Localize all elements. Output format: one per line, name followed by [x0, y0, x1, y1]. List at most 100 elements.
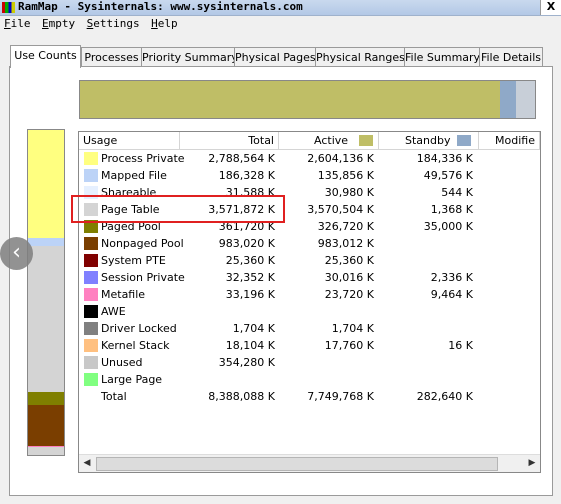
row-active: 23,720 K — [324, 288, 374, 301]
horizontal-scrollbar[interactable]: ◀ ▶ — [79, 454, 540, 472]
table-row[interactable]: Unused 354,280 K — [79, 354, 540, 371]
column-active-label: Active — [314, 134, 349, 147]
row-active: 135,856 K — [317, 169, 374, 182]
table-row[interactable]: Total 8,388,088 K 7,749,768 K 282,640 K — [79, 388, 540, 405]
row-color-swatch — [84, 356, 98, 369]
tab-use-counts[interactable]: Use Counts — [10, 45, 81, 68]
table-row[interactable]: Metafile 33,196 K 23,720 K 9,464 K — [79, 286, 540, 303]
row-color-swatch — [84, 169, 98, 182]
menu-help[interactable]: Help — [147, 15, 182, 33]
vbar-segment-rest — [28, 447, 64, 455]
row-standby — [379, 235, 473, 252]
vbar-segment-paged-pool — [28, 391, 64, 406]
row-standby: 282,640 K — [416, 390, 473, 403]
table-row[interactable]: Large Page — [79, 371, 540, 388]
highlight-box — [71, 195, 285, 223]
overall-segment-other — [515, 81, 535, 118]
row-active: 25,360 K — [324, 254, 374, 267]
row-total — [180, 371, 275, 388]
row-color-swatch — [84, 373, 98, 386]
column-modified[interactable]: Modifie — [479, 132, 540, 149]
window-title: RamMap - Sysinternals: www.sysinternals.… — [18, 0, 303, 13]
row-standby: 1,368 K — [430, 203, 473, 216]
scroll-left-icon[interactable]: ◀ — [79, 455, 95, 472]
row-standby: 2,336 K — [430, 271, 473, 284]
row-color-swatch — [84, 339, 98, 352]
row-color-swatch — [84, 305, 98, 318]
row-standby: 9,464 K — [430, 288, 473, 301]
tab-file-summary[interactable]: File Summary — [404, 47, 480, 67]
row-total: 8,388,088 K — [208, 390, 275, 403]
row-active: 3,570,504 K — [307, 203, 374, 216]
table-row[interactable]: Process Private 2,788,564 K 2,604,136 K 184… — [79, 150, 540, 167]
vbar-segment-nonpaged-pool — [28, 405, 64, 446]
close-button[interactable]: X — [540, 0, 561, 15]
list-header: Usage Total Active Standby Modifie — [79, 132, 540, 150]
row-total: 2,788,564 K — [208, 152, 275, 165]
row-active — [279, 354, 374, 371]
row-standby: 184,336 K — [416, 152, 473, 165]
usage-vertical-bar — [27, 129, 65, 456]
menu-file[interactable]: File — [0, 15, 35, 33]
column-standby-label: Standby — [405, 134, 451, 147]
row-active: 17,760 K — [324, 339, 374, 352]
title-bar: RamMap - Sysinternals: www.sysinternals.… — [0, 0, 561, 16]
column-total[interactable]: Total — [180, 132, 279, 149]
scroll-thumb[interactable] — [96, 457, 498, 471]
table-row[interactable]: Session Private 32,352 K 30,016 K 2,336 K — [79, 269, 540, 286]
use-counts-list: Usage Total Active Standby Modifie Proce… — [78, 131, 541, 473]
row-standby — [379, 252, 473, 269]
vbar-segment-mapped-file — [28, 238, 64, 247]
vbar-segment-page-table — [28, 246, 64, 392]
row-standby — [379, 371, 473, 388]
tab-processes[interactable]: Processes — [81, 47, 142, 67]
table-row[interactable]: Kernel Stack 18,104 K 17,760 K 16 K — [79, 337, 540, 354]
row-total: 354,280 K — [218, 356, 275, 369]
row-color-swatch — [84, 322, 98, 335]
row-total: 18,104 K — [225, 339, 275, 352]
standby-color-swatch — [457, 135, 471, 146]
overall-segment-active — [80, 81, 501, 118]
menu-empty[interactable]: Empty — [38, 15, 79, 33]
overall-usage-bar — [79, 80, 536, 119]
column-active[interactable]: Active — [279, 132, 379, 149]
column-usage[interactable]: Usage — [79, 132, 180, 149]
menu-settings[interactable]: Settings — [83, 15, 144, 33]
active-color-swatch — [359, 135, 373, 146]
overall-segment-standby — [500, 81, 516, 118]
tab-priority-summary[interactable]: Priority Summary — [141, 47, 238, 67]
row-active: 30,980 K — [324, 186, 374, 199]
rammap-app-icon — [2, 2, 15, 13]
tab-physical-ranges[interactable]: Physical Ranges — [315, 47, 405, 67]
scroll-right-icon[interactable]: ▶ — [524, 455, 540, 472]
row-total — [180, 303, 275, 320]
vbar-segment-process-private — [28, 130, 64, 239]
tab-physical-pages[interactable]: Physical Pages — [234, 47, 316, 67]
back-nav-icon[interactable]: ‹ — [0, 237, 33, 270]
row-active — [279, 303, 374, 320]
row-color-swatch — [84, 152, 98, 165]
table-row[interactable]: System PTE 25,360 K 25,360 K — [79, 252, 540, 269]
table-row[interactable]: Nonpaged Pool 983,020 K 983,012 K — [79, 235, 540, 252]
row-total: 186,328 K — [218, 169, 275, 182]
row-total: 983,020 K — [218, 237, 275, 250]
row-active: 2,604,136 K — [307, 152, 374, 165]
row-active: 326,720 K — [317, 220, 374, 233]
table-row[interactable]: Driver Locked 1,704 K 1,704 K — [79, 320, 540, 337]
row-total: 33,196 K — [225, 288, 275, 301]
row-color-swatch — [84, 271, 98, 284]
row-standby: 49,576 K — [423, 169, 473, 182]
column-standby[interactable]: Standby — [379, 132, 479, 149]
row-active: 1,704 K — [331, 322, 374, 335]
tab-file-details[interactable]: File Details — [479, 47, 543, 67]
row-color-swatch — [84, 288, 98, 301]
row-active: 7,749,768 K — [307, 390, 374, 403]
row-standby: 544 K — [441, 186, 473, 199]
row-standby — [379, 320, 473, 337]
row-standby — [379, 354, 473, 371]
row-active: 983,012 K — [317, 237, 374, 250]
table-row[interactable]: AWE — [79, 303, 540, 320]
row-standby: 16 K — [448, 339, 473, 352]
menu-bar: File Empty Settings Help — [0, 15, 561, 33]
table-row[interactable]: Mapped File 186,328 K 135,856 K 49,576 K — [79, 167, 540, 184]
